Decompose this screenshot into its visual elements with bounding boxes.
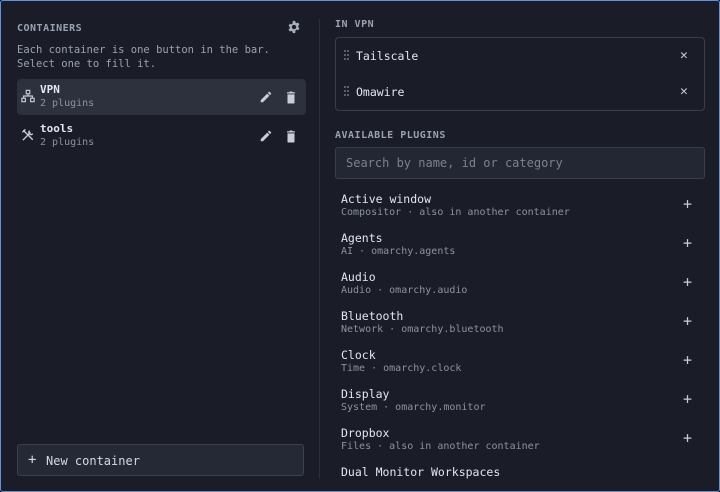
add-icon[interactable]: + (683, 351, 692, 369)
plus-icon: + (28, 452, 37, 468)
add-icon[interactable]: + (683, 234, 692, 252)
plugin-item[interactable]: Audio Audio · omarchy.audio + (335, 265, 705, 304)
in-vpn-item[interactable]: Tailscale ✕ (336, 38, 704, 74)
plugin-details: AI · omarchy.agents (341, 246, 456, 257)
plugin-item[interactable]: Agents AI · omarchy.agents + (335, 226, 705, 265)
in-vpn-item[interactable]: Omawire ✕ (336, 74, 704, 110)
in-vpn-list: Tailscale ✕ Omawire ✕ (335, 37, 705, 111)
container-item-tools[interactable]: tools 2 plugins (17, 118, 306, 154)
trash-icon[interactable] (284, 90, 298, 104)
plugin-name: Active window (341, 192, 432, 206)
new-container-button[interactable]: + New container (17, 444, 304, 476)
plugin-details: Audio · omarchy.audio (341, 285, 468, 296)
pane-divider (319, 19, 320, 479)
add-icon[interactable]: + (683, 312, 692, 330)
plugin-item[interactable]: Dropbox Files · also in another containe… (335, 421, 705, 460)
plugin-item[interactable]: Dual Monitor Workspaces (335, 460, 705, 483)
plugin-name: Display (341, 387, 390, 401)
plugin-item[interactable]: Bluetooth Network · omarchy.bluetooth + (335, 304, 705, 343)
containers-title: CONTAINERS (17, 23, 83, 34)
plugin-name: Audio (341, 270, 376, 284)
drag-handle-icon[interactable] (344, 50, 349, 62)
add-icon[interactable]: + (683, 429, 692, 447)
plugin-item[interactable]: Active window Compositor · also in anoth… (335, 187, 705, 226)
container-plugin-count: 2 plugins (40, 137, 95, 148)
containers-pane: CONTAINERS Each container is one button … (1, 1, 319, 491)
plugin-name: Bluetooth (341, 309, 404, 323)
close-icon[interactable]: ✕ (680, 48, 688, 63)
in-vpn-title: IN VPN (335, 19, 375, 30)
close-icon[interactable]: ✕ (680, 84, 688, 99)
add-icon[interactable]: + (683, 273, 692, 291)
edit-icon[interactable] (259, 129, 273, 143)
plugin-details: Files · also in another container (341, 441, 540, 452)
tools-icon (22, 129, 34, 141)
plugin-item[interactable]: Display System · omarchy.monitor + (335, 382, 705, 421)
available-plugins-title: AVAILABLE PLUGINS (335, 130, 446, 141)
drag-handle-icon[interactable] (344, 86, 349, 98)
trash-icon[interactable] (284, 129, 298, 143)
plugin-name: Dual Monitor Workspaces (341, 465, 501, 479)
in-vpn-item-name: Tailscale (356, 49, 419, 63)
new-container-label: New container (46, 454, 140, 468)
container-item-vpn[interactable]: VPN 2 plugins (17, 79, 306, 115)
add-icon[interactable]: + (683, 195, 692, 213)
container-plugin-count: 2 plugins (40, 98, 95, 109)
plugin-details: Compositor · also in another container (341, 207, 570, 218)
network-icon (21, 89, 35, 103)
search-input[interactable] (335, 147, 705, 179)
containers-description: Each container is one button in the bar.… (17, 44, 270, 70)
add-icon[interactable]: + (683, 390, 692, 408)
plugin-details: Network · omarchy.bluetooth (341, 324, 504, 335)
gear-icon[interactable] (287, 20, 301, 34)
container-name: tools (40, 122, 74, 135)
container-name: VPN (40, 83, 60, 96)
app-window: CONTAINERS Each container is one button … (0, 0, 720, 492)
plugin-details: System · omarchy.monitor (341, 402, 486, 413)
plugin-name: Dropbox (341, 426, 390, 440)
available-plugins-list: Active window Compositor · also in anoth… (335, 187, 705, 483)
plugin-name: Clock (341, 348, 376, 362)
plugin-item[interactable]: Clock Time · omarchy.clock + (335, 343, 705, 382)
in-vpn-item-name: Omawire (356, 85, 405, 99)
edit-icon[interactable] (259, 90, 273, 104)
plugin-details: Time · omarchy.clock (341, 363, 462, 374)
plugin-name: Agents (341, 231, 383, 245)
